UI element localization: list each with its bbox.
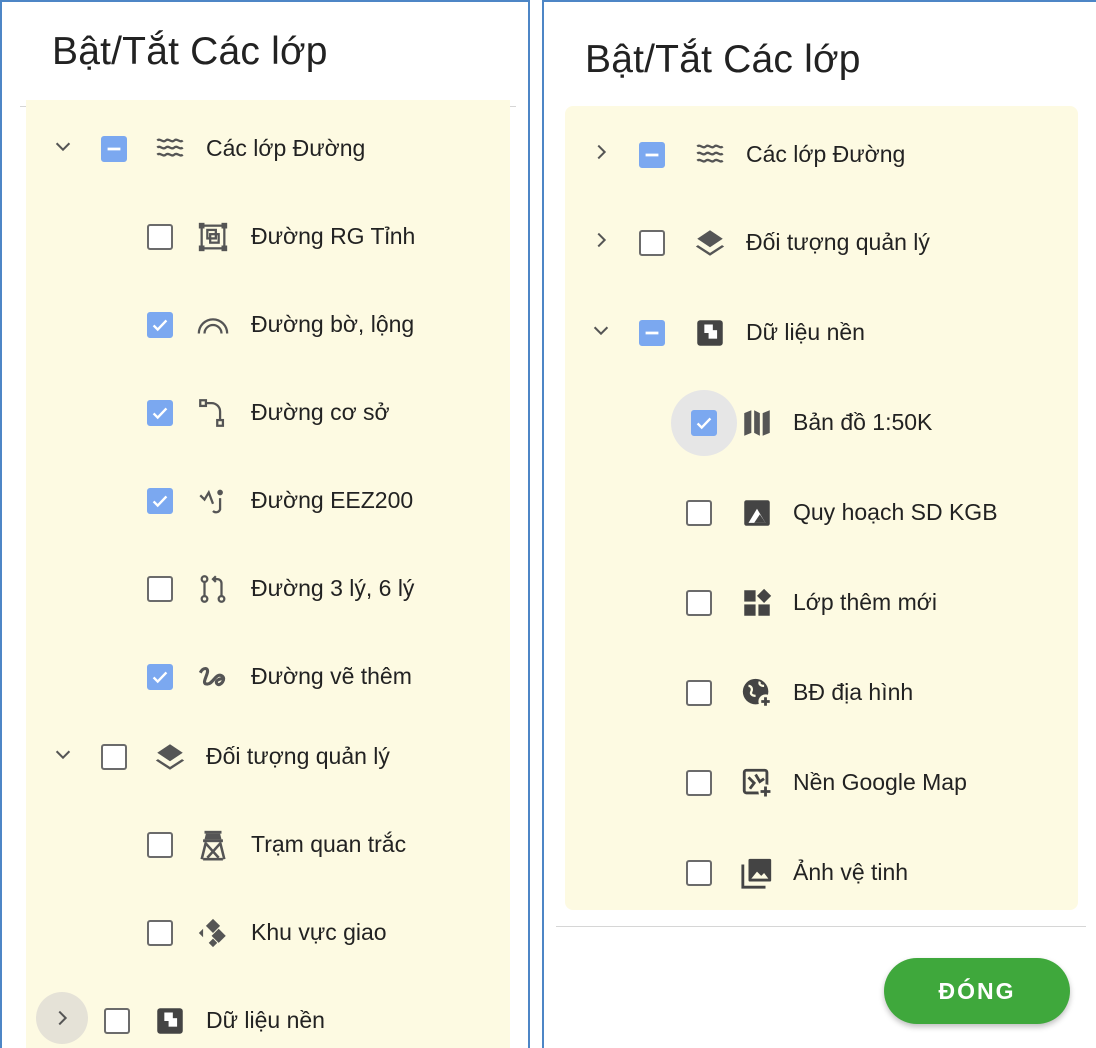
chevron-down-icon[interactable] xyxy=(48,131,78,161)
checkbox-mixed[interactable] xyxy=(101,136,127,162)
rainbow-arc-icon xyxy=(194,307,232,343)
panel-title: Bật/Tắt Các lớp xyxy=(585,38,861,81)
tree-node-cac-lop-duong: Các lớp Đường xyxy=(565,122,1078,182)
node-label: Lớp thêm mới xyxy=(793,589,937,615)
node-label: Quy hoạch SD KGB xyxy=(793,499,998,525)
image-mountain-icon xyxy=(738,495,776,531)
observation-tower-icon xyxy=(194,827,232,863)
checkbox[interactable] xyxy=(147,920,173,946)
node-label: Đường cơ sở xyxy=(251,399,390,425)
checkbox[interactable] xyxy=(686,860,712,886)
node-label: Đường RG Tỉnh xyxy=(251,223,416,249)
waves-icon xyxy=(691,137,729,173)
checkbox[interactable] xyxy=(147,224,173,250)
footer-divider xyxy=(556,926,1086,927)
node-label: Bản đồ 1:50K xyxy=(793,409,933,435)
tree-node-duong-3-ly-6-ly: Đường 3 lý, 6 lý xyxy=(26,556,510,616)
tree-node-duong-bo-long: Đường bờ, lộng xyxy=(26,292,510,352)
tree-node-doi-tuong-quan-ly: Đối tượng quản lý xyxy=(565,210,1078,270)
node-label: Đường 3 lý, 6 lý xyxy=(251,575,415,601)
tree-node-duong-co-so: Đường cơ sở xyxy=(26,380,510,440)
selection-frame-icon xyxy=(194,219,232,255)
photo-library-icon xyxy=(738,855,776,891)
node-label: Trạm quan trắc xyxy=(251,831,407,857)
checkbox-mixed[interactable] xyxy=(639,142,665,168)
checkbox[interactable] xyxy=(686,500,712,526)
tree-node-duong-rg-tinh: Đường RG Tỉnh xyxy=(26,204,510,264)
path-curve-icon xyxy=(194,395,232,431)
checkbox-checked[interactable] xyxy=(147,664,173,690)
chevron-right-icon[interactable] xyxy=(36,992,88,1044)
node-label: Ảnh vệ tinh xyxy=(793,859,909,885)
checkbox-checked[interactable] xyxy=(147,488,173,514)
tree-node-lop-them-moi: Lớp thêm mới xyxy=(565,570,1078,630)
add-location-map-icon xyxy=(738,765,776,801)
node-label: Các lớp Đường xyxy=(746,141,906,167)
checkbox-checked[interactable] xyxy=(147,312,173,338)
tree-node-quy-hoach-sd-kgb: Quy hoạch SD KGB xyxy=(565,480,1078,540)
tree-node-doi-tuong-quan-ly: Đối tượng quản lý xyxy=(26,724,510,784)
tree-node-ban-do-1-50k: Bản đồ 1:50K xyxy=(565,390,1078,456)
node-label: BĐ địa hình xyxy=(793,679,914,705)
layer-tree: Các lớp Đường Đường RG Tỉnh Đường bờ, lộ… xyxy=(26,100,510,1048)
map-marker-path-icon xyxy=(194,483,232,519)
checkbox-checked[interactable] xyxy=(691,410,717,436)
checkbox-mixed[interactable] xyxy=(639,320,665,346)
checkbox[interactable] xyxy=(101,744,127,770)
node-label: Đường EEZ200 xyxy=(251,487,414,513)
layer-toggle-panel-right: Bật/Tắt Các lớp Các lớp Đường Đối tượng … xyxy=(542,0,1096,1048)
draw-gesture-icon xyxy=(194,659,232,695)
chevron-down-icon[interactable] xyxy=(586,315,616,345)
waves-icon xyxy=(151,131,189,167)
checkbox[interactable] xyxy=(147,832,173,858)
node-label: Khu vực giao xyxy=(251,919,387,945)
node-label: Đường bờ, lộng xyxy=(251,311,415,337)
source-pull-icon xyxy=(194,571,232,607)
widgets-icon xyxy=(738,585,776,621)
checkbox[interactable] xyxy=(104,1008,130,1034)
layer-toggle-panel-left: Bật/Tắt Các lớp Các lớp Đường Đường RG T… xyxy=(0,0,530,1048)
node-label: Đường vẽ thêm xyxy=(251,663,412,689)
tree-node-cac-lop-duong: Các lớp Đường xyxy=(26,116,510,176)
tree-node-du-lieu-nen: Dữ liệu nền xyxy=(26,988,510,1048)
image-layers-icon xyxy=(691,315,729,351)
layer-tree: Các lớp Đường Đối tượng quản lý Dữ liệu … xyxy=(565,106,1078,910)
checkbox[interactable] xyxy=(686,590,712,616)
image-layers-icon xyxy=(151,1003,189,1039)
tree-node-du-lieu-nen: Dữ liệu nền xyxy=(565,300,1078,360)
chevron-right-icon[interactable] xyxy=(586,137,616,167)
tree-node-anh-ve-tinh: Ảnh vệ tinh xyxy=(565,840,1078,900)
checkbox[interactable] xyxy=(147,576,173,602)
node-label: Dữ liệu nền xyxy=(746,319,865,345)
tree-node-bd-dia-hinh: BĐ địa hình xyxy=(565,660,1078,720)
checkbox[interactable] xyxy=(639,230,665,256)
tree-node-duong-ve-them: Đường vẽ thêm xyxy=(26,644,510,704)
panel-title: Bật/Tắt Các lớp xyxy=(52,30,328,73)
tree-node-khu-vuc-giao: Khu vực giao xyxy=(26,900,510,960)
layers-icon xyxy=(691,225,729,261)
checkbox[interactable] xyxy=(686,770,712,796)
node-label: Nền Google Map xyxy=(793,769,967,795)
kodi-diamond-icon xyxy=(194,915,232,951)
layers-icon xyxy=(151,739,189,775)
map-icon xyxy=(738,405,776,441)
chevron-down-icon[interactable] xyxy=(48,739,78,769)
node-label: Đối tượng quản lý xyxy=(206,743,390,769)
tree-node-duong-eez200: Đường EEZ200 xyxy=(26,468,510,528)
checkbox[interactable] xyxy=(686,680,712,706)
tree-node-tram-quan-trac: Trạm quan trắc xyxy=(26,812,510,872)
close-button[interactable]: ĐÓNG xyxy=(884,958,1070,1024)
node-label: Các lớp Đường xyxy=(206,135,366,161)
node-label: Dữ liệu nền xyxy=(206,1007,325,1033)
globe-add-icon xyxy=(738,675,776,711)
tree-node-nen-google-map: Nền Google Map xyxy=(565,750,1078,810)
checkbox-checked[interactable] xyxy=(147,400,173,426)
chevron-right-icon[interactable] xyxy=(586,225,616,255)
node-label: Đối tượng quản lý xyxy=(746,229,930,255)
